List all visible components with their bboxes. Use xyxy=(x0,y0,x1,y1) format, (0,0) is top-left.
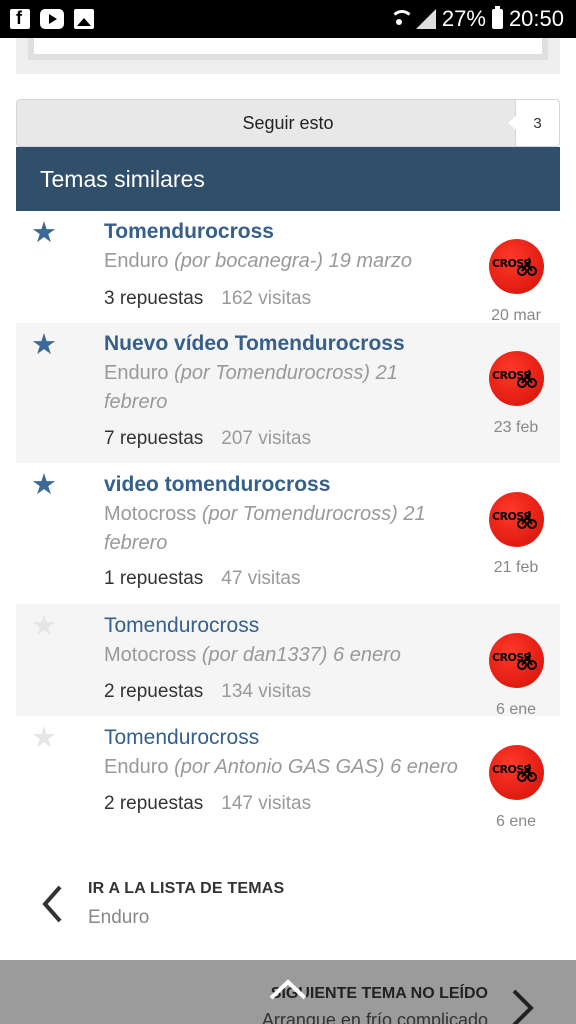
signal-icon xyxy=(415,9,436,29)
status-bar: 27% 20:50 xyxy=(0,0,576,38)
follow-count-badge: 3 xyxy=(508,100,559,146)
thread-stats: 2 repuestas 147 visitas xyxy=(104,793,311,815)
thread-author: (por dan1337) xyxy=(201,644,328,666)
facebook-icon xyxy=(10,8,30,29)
star-icon[interactable]: ★ xyxy=(31,471,57,500)
thread-forum: Enduro xyxy=(104,362,169,384)
previous-content-box xyxy=(16,38,560,74)
avatar[interactable]: CROSS xyxy=(489,351,544,406)
thread-row[interactable]: ★ Nuevo vídeo Tomendurocross Enduro (por… xyxy=(16,323,560,463)
thread-date: 6 enero xyxy=(333,644,401,666)
thread-author: (por Antonio GAS GAS) xyxy=(174,756,385,778)
next-unread-subtitle: Arranque en frío complicado xyxy=(261,1010,488,1024)
star-icon[interactable]: ★ xyxy=(31,331,57,360)
clock: 20:50 xyxy=(508,6,564,31)
thread-forum: Motocross xyxy=(104,503,197,525)
system-indicators: 27% 20:50 xyxy=(389,6,564,32)
chevron-right-icon xyxy=(512,989,534,1024)
thread-views: 47 visitas xyxy=(221,568,301,589)
gallery-icon xyxy=(74,9,94,29)
thread-views: 162 visitas xyxy=(221,288,312,309)
notification-icons xyxy=(10,8,94,29)
thread-replies: 2 repuestas xyxy=(104,681,204,702)
thread-stats: 3 repuestas 162 visitas xyxy=(104,288,311,310)
thread-row[interactable]: ★ Tomendurocross Motocross (por dan1337)… xyxy=(16,604,560,718)
scroll-to-top-icon[interactable] xyxy=(268,978,308,1002)
back-link-title: IR A LA LISTA DE TEMAS xyxy=(88,880,285,897)
thread-views: 207 visitas xyxy=(221,428,312,449)
thread-author: (por bocanegra-) xyxy=(174,250,324,272)
motorbike-icon xyxy=(517,257,537,276)
thread-meta: Enduro (por Antonio GAS GAS) 6 enero xyxy=(104,753,474,782)
thread-replies: 3 repuestas xyxy=(104,288,204,309)
star-icon[interactable]: ★ xyxy=(31,219,57,248)
avatar[interactable]: CROSS xyxy=(489,745,544,800)
thread-title[interactable]: Tomendurocross xyxy=(104,726,259,750)
thread-short-date: 21 feb xyxy=(493,559,539,576)
thread-title[interactable]: Tomendurocross xyxy=(104,220,274,244)
thread-forum: Motocross xyxy=(104,644,197,666)
section-title: Temas similares xyxy=(40,165,205,192)
back-link-forum: Enduro xyxy=(88,907,150,928)
thread-stats: 7 repuestas 207 visitas xyxy=(104,428,311,450)
previous-content-inner xyxy=(28,38,548,60)
chevron-left-icon xyxy=(42,885,62,923)
thread-replies: 7 repuestas xyxy=(104,428,204,449)
motorbike-icon xyxy=(517,763,537,782)
thread-meta: Enduro (por bocanegra-) 19 marzo xyxy=(104,247,434,276)
thread-row[interactable]: ★ Tomendurocross Enduro (por Antonio GAS… xyxy=(16,716,560,836)
youtube-icon xyxy=(40,9,64,29)
thread-forum: Enduro xyxy=(104,250,169,272)
motorbike-icon xyxy=(517,651,537,670)
thread-meta: Enduro (por Tomendurocross) 21 febrero xyxy=(104,359,434,417)
thread-title[interactable]: video tomendurocross xyxy=(104,473,330,497)
thread-meta: Motocross (por dan1337) 6 enero xyxy=(104,641,434,670)
thread-date: 19 marzo xyxy=(328,250,412,272)
avatar[interactable]: CROSS xyxy=(489,492,544,547)
thread-views: 147 visitas xyxy=(221,793,312,814)
thread-views: 134 visitas xyxy=(221,681,312,702)
star-icon[interactable]: ★ xyxy=(31,612,57,641)
follow-button[interactable]: Seguir esto 3 xyxy=(16,99,560,147)
battery-icon xyxy=(491,6,503,29)
thread-replies: 1 repuestas xyxy=(104,568,204,589)
thread-stats: 1 repuestas 47 visitas xyxy=(104,568,301,590)
wifi-icon xyxy=(389,10,414,28)
star-icon[interactable]: ★ xyxy=(31,724,57,753)
thread-date: 6 enero xyxy=(390,756,458,778)
battery-percent: 27% xyxy=(441,6,486,31)
back-to-thread-list-link[interactable]: IR A LA LISTA DE TEMAS Enduro xyxy=(16,866,560,936)
thread-title[interactable]: Tomendurocross xyxy=(104,614,259,638)
avatar[interactable]: CROSS xyxy=(489,633,544,688)
motorbike-icon xyxy=(517,369,537,388)
avatar[interactable]: CROSS xyxy=(489,239,544,294)
thread-author: (por Tomendurocross) xyxy=(201,503,398,525)
thread-forum: Enduro xyxy=(104,756,169,778)
thread-short-date: 23 feb xyxy=(493,419,539,436)
thread-title[interactable]: Nuevo vídeo Tomendurocross xyxy=(104,332,405,356)
follow-label: Seguir esto xyxy=(242,112,334,133)
thread-author: (por Tomendurocross) xyxy=(174,362,371,384)
thread-meta: Motocross (por Tomendurocross) 21 febrer… xyxy=(104,500,434,558)
thread-row[interactable]: ★ video tomendurocross Motocross (por To… xyxy=(16,463,560,604)
thread-stats: 2 repuestas 134 visitas xyxy=(104,681,311,703)
thread-row[interactable]: ★ Tomendurocross Enduro (por bocanegra-)… xyxy=(16,211,560,324)
thread-short-date: 6 ene xyxy=(495,813,537,830)
similar-threads-header: Temas similares xyxy=(16,147,560,211)
thread-replies: 2 repuestas xyxy=(104,793,204,814)
motorbike-icon xyxy=(517,510,537,529)
